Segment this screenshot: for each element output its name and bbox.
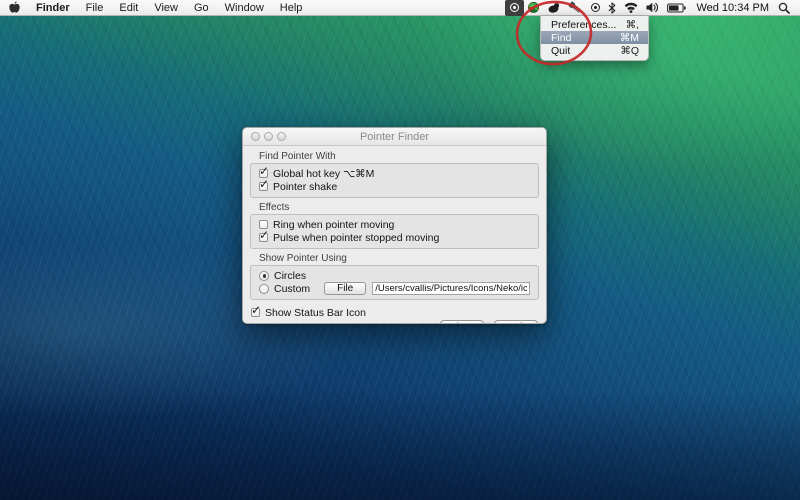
- menu-item-label: Quit: [551, 45, 570, 57]
- bluetooth-icon: [608, 2, 616, 14]
- custom-icon-path-input[interactable]: [372, 282, 530, 295]
- checkbox-label: Pointer shake: [273, 181, 337, 193]
- group-label-find-pointer-with: Find Pointer With: [259, 151, 539, 162]
- target-icon: [591, 3, 600, 12]
- close-button[interactable]: Close: [440, 320, 484, 324]
- menu-view[interactable]: View: [154, 2, 178, 14]
- menu-item-shortcut: ⌘M: [620, 32, 639, 44]
- checkbox-row-pulse-when-stopped[interactable]: Pulse when pointer stopped moving: [259, 231, 530, 244]
- colored-app-status-icon[interactable]: [524, 0, 543, 16]
- radio-row-custom[interactable]: Custom File: [259, 282, 530, 295]
- minimize-window-button[interactable]: [264, 132, 273, 141]
- checkbox-label: Ring when pointer moving: [273, 219, 394, 231]
- colored-dot-icon: [528, 2, 539, 13]
- apple-menu[interactable]: [9, 0, 20, 16]
- desktop-wallpaper: Finder File Edit View Go Window Help: [0, 0, 800, 500]
- radio-label: Custom: [274, 283, 310, 295]
- checkbox-label: Global hot key ⌥⌘M: [273, 168, 374, 180]
- flashlight-status-icon[interactable]: [564, 0, 587, 16]
- zoom-window-button[interactable]: [277, 132, 286, 141]
- menu-item-label: Preferences...: [551, 19, 616, 31]
- volume-status-icon[interactable]: [642, 0, 663, 16]
- apple-logo-icon: [9, 1, 20, 14]
- checkbox-row-pointer-shake[interactable]: Pointer shake: [259, 180, 530, 193]
- cat-icon: [547, 2, 560, 13]
- menu-window[interactable]: Window: [225, 2, 264, 14]
- group-box-show-pointer-using: Circles Custom File: [250, 265, 539, 300]
- search-icon: [778, 2, 790, 14]
- radio-circles[interactable]: [259, 271, 269, 281]
- checkbox-row-ring-when-moving[interactable]: Ring when pointer moving: [259, 218, 530, 231]
- menu-item-find[interactable]: Find ⌘M: [541, 31, 648, 44]
- flashlight-icon: [568, 1, 583, 14]
- menu-item-shortcut: ⌘Q: [620, 45, 639, 57]
- radio-label: Circles: [274, 270, 306, 282]
- menu-bar: Finder File Edit View Go Window Help: [0, 0, 800, 16]
- checkbox-row-global-hot-key[interactable]: Global hot key ⌥⌘M: [259, 167, 530, 180]
- close-window-button[interactable]: [251, 132, 260, 141]
- window-title: Pointer Finder: [243, 131, 546, 143]
- traffic-lights: [251, 132, 286, 141]
- spotlight-status-icon[interactable]: [774, 0, 794, 16]
- pointer-finder-window: Pointer Finder Find Pointer With Global …: [242, 127, 547, 324]
- wifi-icon: [624, 2, 638, 13]
- group-label-effects: Effects: [259, 202, 539, 213]
- bluetooth-status-icon[interactable]: [604, 0, 620, 16]
- group-box-find-pointer-with: Global hot key ⌥⌘M Pointer shake: [250, 163, 539, 198]
- battery-status-icon[interactable]: [663, 0, 690, 16]
- menu-bar-left: Finder File Edit View Go Window Help: [9, 0, 302, 16]
- wifi-status-icon[interactable]: [620, 0, 642, 16]
- footer-buttons: Close Quit: [250, 320, 539, 324]
- menu-item-quit[interactable]: Quit ⌘Q: [541, 44, 648, 57]
- menu-item-label: Find: [551, 32, 571, 44]
- menu-bar-status-area: Wed 10:34 PM: [505, 0, 794, 16]
- circle-dot-icon: [510, 3, 519, 12]
- window-titlebar[interactable]: Pointer Finder: [243, 128, 546, 146]
- pointer-finder-status-icon[interactable]: [505, 0, 524, 16]
- checkbox-pulse-when-stopped[interactable]: [259, 233, 268, 242]
- menu-help[interactable]: Help: [280, 2, 303, 14]
- group-box-effects: Ring when pointer moving Pulse when poin…: [250, 214, 539, 249]
- menu-bar-clock[interactable]: Wed 10:34 PM: [696, 2, 769, 14]
- status-dropdown-menu: Preferences... ⌘, Find ⌘M Quit ⌘Q: [540, 16, 649, 61]
- volume-icon: [646, 2, 659, 13]
- menu-item-preferences[interactable]: Preferences... ⌘,: [541, 18, 648, 31]
- menu-finder[interactable]: Finder: [36, 2, 70, 14]
- radio-custom[interactable]: [259, 284, 269, 294]
- checkbox-label: Show Status Bar Icon: [265, 307, 366, 319]
- battery-icon: [667, 3, 686, 13]
- file-button[interactable]: File: [324, 282, 366, 295]
- menu-edit[interactable]: Edit: [119, 2, 138, 14]
- target-status-icon[interactable]: [587, 0, 604, 16]
- menu-file[interactable]: File: [86, 2, 104, 14]
- quit-button[interactable]: Quit: [494, 320, 538, 324]
- checkbox-row-show-status-bar-icon[interactable]: Show Status Bar Icon: [250, 306, 539, 319]
- checkbox-show-status-bar-icon[interactable]: [251, 308, 260, 317]
- menu-item-shortcut: ⌘,: [626, 19, 639, 31]
- menu-go[interactable]: Go: [194, 2, 209, 14]
- checkbox-label: Pulse when pointer stopped moving: [273, 232, 439, 244]
- group-label-show-pointer-using: Show Pointer Using: [259, 253, 539, 264]
- cat-status-icon[interactable]: [543, 0, 564, 16]
- checkbox-pointer-shake[interactable]: [259, 182, 268, 191]
- radio-row-circles[interactable]: Circles: [259, 269, 530, 282]
- window-content: Find Pointer With Global hot key ⌥⌘M Poi…: [243, 146, 546, 324]
